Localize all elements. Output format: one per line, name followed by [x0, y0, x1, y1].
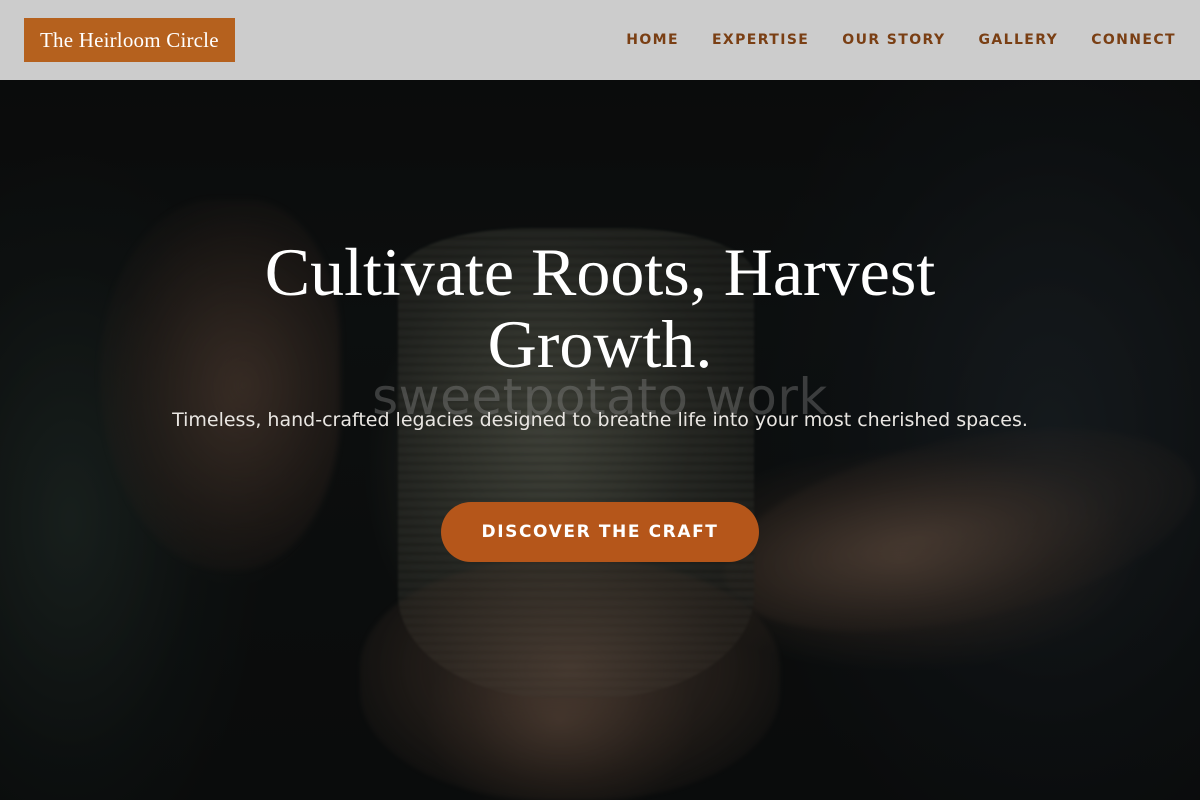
nav-link-expertise[interactable]: EXPERTISE: [712, 32, 809, 48]
site-header: The Heirloom Circle HOME EXPERTISE OUR S…: [0, 0, 1200, 80]
hero-section: sweetpotato work Cultivate Roots, Harves…: [0, 0, 1200, 800]
nav-item-gallery: GALLERY: [979, 31, 1059, 49]
hero-headline: Cultivate Roots, Harvest Growth.: [264, 234, 936, 382]
page: The Heirloom Circle HOME EXPERTISE OUR S…: [0, 0, 1200, 800]
nav-item-connect: CONNECT: [1091, 31, 1176, 49]
discover-the-craft-button[interactable]: DISCOVER THE CRAFT: [441, 502, 759, 562]
nav-link-gallery[interactable]: GALLERY: [979, 32, 1059, 48]
site-logo[interactable]: The Heirloom Circle: [24, 18, 235, 62]
nav-link-home[interactable]: HOME: [626, 32, 679, 48]
hero-subheadline: Timeless, hand-crafted legacies designed…: [172, 409, 1028, 431]
nav-item-home: HOME: [626, 31, 679, 49]
nav-item-expertise: EXPERTISE: [712, 31, 809, 49]
nav-item-our-story: OUR STORY: [842, 31, 945, 49]
nav-link-our-story[interactable]: OUR STORY: [842, 32, 945, 48]
main-nav: HOME EXPERTISE OUR STORY GALLERY CONNECT: [626, 31, 1176, 49]
nav-link-connect[interactable]: CONNECT: [1091, 32, 1176, 48]
